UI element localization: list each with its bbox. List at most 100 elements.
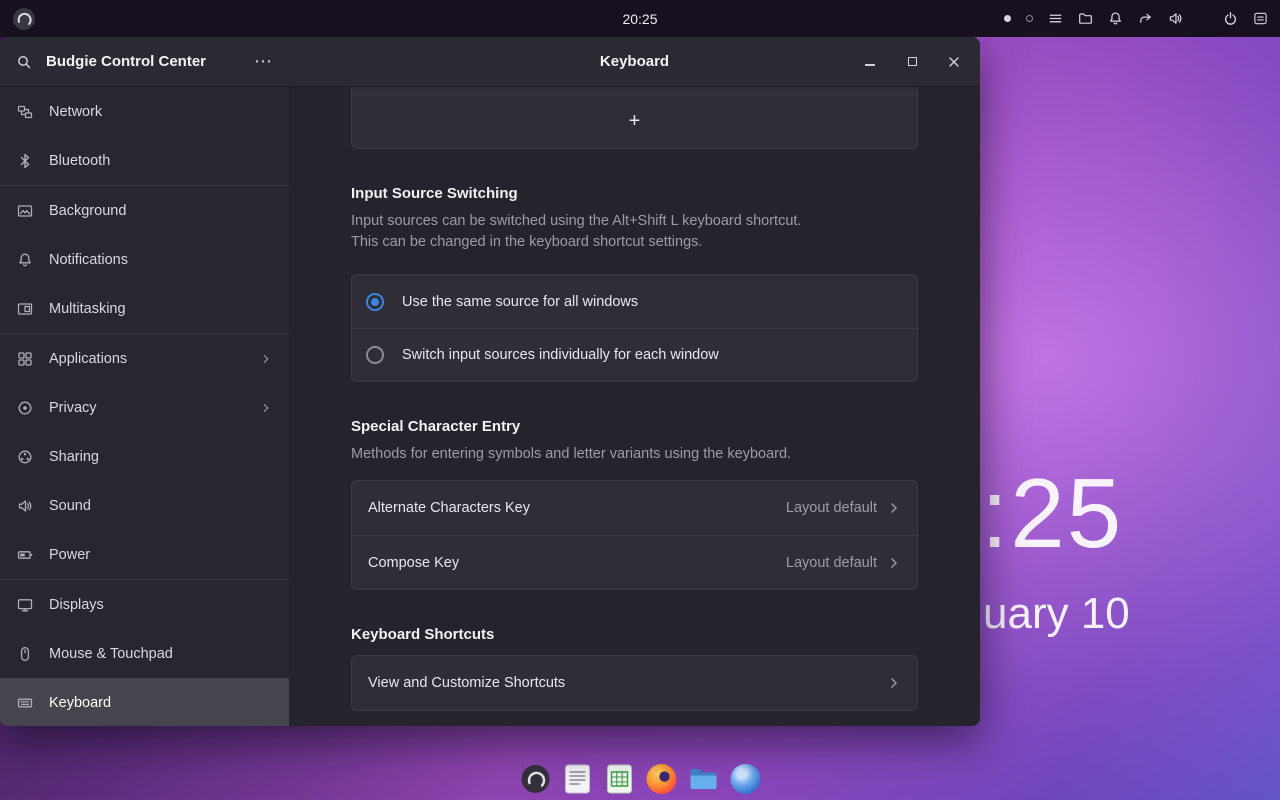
sidebar-item-sound[interactable]: Sound — [0, 481, 289, 530]
special-character-entry-rows: Alternate Characters Key Layout default … — [351, 480, 918, 590]
multitasking-icon — [17, 301, 33, 317]
sidebar-item-label: Sound — [49, 498, 91, 514]
top-panel: 20:25 — [0, 0, 1280, 37]
input-source-switching-description: Input sources can be switched using the … — [351, 211, 918, 253]
sidebar-item-label: Background — [49, 203, 126, 219]
bell-icon — [17, 252, 33, 268]
share-icon[interactable] — [1138, 11, 1153, 26]
chevron-right-icon — [260, 353, 272, 365]
settings-scroll-area[interactable]: + Input Source Switching Input sources c… — [289, 87, 980, 726]
sidebar-item-label: Notifications — [49, 252, 128, 268]
content-header: Keyboard — [289, 37, 980, 87]
sidebar-item-background[interactable]: Background — [0, 186, 289, 235]
row-view-customize-shortcuts[interactable]: View and Customize Shortcuts — [352, 656, 917, 710]
sidebar-item-notifications[interactable]: Notifications — [0, 235, 289, 284]
notifications-bell-icon[interactable] — [1108, 11, 1123, 26]
sidebar-item-power[interactable]: Power — [0, 530, 289, 579]
folder-icon — [688, 766, 718, 792]
dock — [519, 762, 762, 795]
chevron-right-icon — [260, 402, 272, 414]
option-label: Use the same source for all windows — [402, 294, 638, 310]
minimize-button[interactable] — [858, 50, 882, 74]
sidebar-item-label: Applications — [49, 351, 127, 367]
maximize-button[interactable] — [900, 50, 924, 74]
dock-item-budgie-menu[interactable] — [519, 762, 552, 795]
sidebar-nav: Network Bluetooth Background Notificatio… — [0, 87, 289, 726]
primary-menu-button[interactable]: ⋯ — [254, 51, 273, 72]
chevron-right-icon — [887, 501, 901, 515]
sidebar-item-mouse-touchpad[interactable]: Mouse & Touchpad — [0, 629, 289, 678]
dock-item-software[interactable] — [729, 762, 762, 795]
radio-selected-icon[interactable] — [366, 293, 384, 311]
page-title: Keyboard — [600, 53, 669, 70]
sidebar-header: Budgie Control Center ⋯ — [0, 37, 289, 87]
status-dot-filled-icon — [1004, 15, 1011, 22]
window-controls — [858, 37, 966, 86]
firefox-icon — [646, 764, 676, 794]
row-compose-key[interactable]: Compose Key Layout default — [352, 535, 917, 589]
radio-unselected-icon[interactable] — [366, 346, 384, 364]
special-character-entry-description: Methods for entering symbols and letter … — [351, 444, 918, 465]
row-label: Compose Key — [368, 555, 459, 571]
budgie-menu-icon — [520, 764, 550, 794]
status-dot-empty-icon — [1026, 15, 1033, 22]
spreadsheet-icon — [606, 764, 632, 794]
sidebar: Budgie Control Center ⋯ Network Bluetoot… — [0, 37, 289, 726]
option-same-source-all-windows[interactable]: Use the same source for all windows — [352, 275, 917, 328]
software-center-icon — [730, 764, 760, 794]
power-icon[interactable] — [1223, 11, 1238, 26]
network-icon — [17, 104, 33, 120]
chevron-right-icon — [887, 676, 901, 690]
sidebar-item-privacy[interactable]: Privacy — [0, 383, 289, 432]
sidebar-item-applications[interactable]: Applications — [0, 334, 289, 383]
volume-icon[interactable] — [1168, 11, 1183, 26]
sidebar-item-network[interactable]: Network — [0, 87, 289, 136]
section-heading-input-source-switching: Input Source Switching — [351, 185, 918, 202]
row-alternate-characters-key[interactable]: Alternate Characters Key Layout default — [352, 481, 917, 535]
sidebar-item-displays[interactable]: Displays — [0, 580, 289, 629]
input-source-switching-options: Use the same source for all windows Swit… — [351, 274, 918, 382]
search-icon[interactable] — [16, 54, 32, 70]
close-button[interactable] — [942, 50, 966, 74]
sidebar-item-label: Power — [49, 547, 90, 563]
budgie-control-center-window: Budgie Control Center ⋯ Network Bluetoot… — [0, 37, 980, 726]
description-line-1: Input sources can be switched using the … — [351, 211, 918, 232]
sidebar-item-keyboard[interactable]: Keyboard — [0, 678, 289, 726]
background-icon — [17, 203, 33, 219]
sidebar-item-label: Mouse & Touchpad — [49, 646, 173, 662]
speaker-icon — [17, 498, 33, 514]
keyboard-shortcuts-rows: View and Customize Shortcuts — [351, 655, 918, 711]
tray-indicator-icon[interactable] — [1253, 11, 1268, 26]
menu-icon[interactable] — [1048, 11, 1063, 26]
wallpaper-clock-time: :25 — [981, 464, 1123, 562]
row-value: Layout default — [786, 500, 877, 516]
sidebar-item-multitasking[interactable]: Multitasking — [0, 284, 289, 333]
budgie-logo-icon[interactable] — [12, 7, 36, 31]
dock-item-spreadsheet[interactable] — [603, 762, 636, 795]
dock-item-text-editor[interactable] — [561, 762, 594, 795]
sidebar-item-label: Displays — [49, 597, 104, 613]
sidebar-item-label: Bluetooth — [49, 153, 110, 169]
section-heading-special-character-entry: Special Character Entry — [351, 418, 918, 435]
files-tray-icon[interactable] — [1078, 11, 1093, 26]
sharing-icon — [17, 449, 33, 465]
sidebar-item-label: Keyboard — [49, 695, 111, 711]
option-label: Switch input sources individually for ea… — [402, 347, 719, 363]
close-icon — [948, 56, 960, 68]
maximize-icon — [908, 57, 917, 66]
dock-item-files[interactable] — [687, 762, 720, 795]
input-source-row-partial — [352, 87, 917, 95]
chevron-right-icon — [887, 556, 901, 570]
sidebar-item-label: Sharing — [49, 449, 99, 465]
keyboard-icon — [17, 695, 33, 711]
option-switch-per-window[interactable]: Switch input sources individually for ea… — [352, 328, 917, 381]
privacy-icon — [17, 400, 33, 416]
add-input-source-button[interactable]: + — [352, 95, 917, 148]
minimize-icon — [865, 64, 875, 66]
sidebar-item-bluetooth[interactable]: Bluetooth — [0, 136, 289, 185]
dock-item-firefox[interactable] — [645, 762, 678, 795]
monitor-icon — [17, 597, 33, 613]
sidebar-item-label: Multitasking — [49, 301, 126, 317]
sidebar-item-sharing[interactable]: Sharing — [0, 432, 289, 481]
row-value: Layout default — [786, 555, 877, 571]
